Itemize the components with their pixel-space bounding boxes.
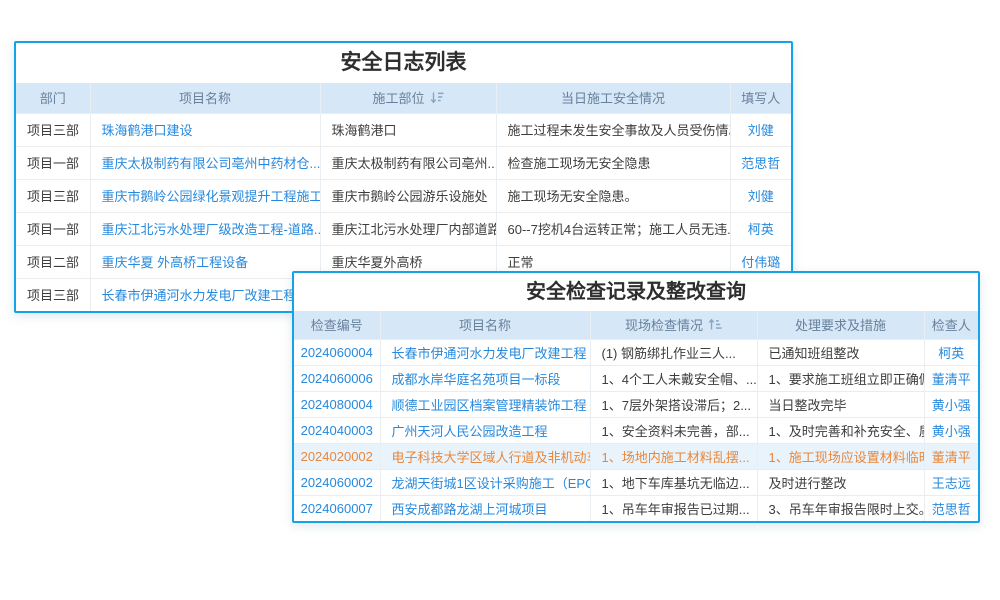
measures-cell: 1、及时完善和补充安全、质...: [757, 417, 924, 443]
department-cell: 项目三部: [16, 278, 90, 311]
log-col-project-label: 项目名称: [179, 91, 231, 106]
insp-col-check-id[interactable]: 检查编号: [294, 311, 380, 339]
project-link[interactable]: 龙湖天街城1区设计采购施工（EPC）总承: [380, 469, 590, 495]
status-cell: 施工过程未发生安全事故及人员受伤情况: [496, 113, 730, 146]
inspection-table-row: 2024040003 广州天河人民公园改造工程 1、安全资料未完善，部... 1…: [294, 417, 978, 443]
project-link[interactable]: 重庆太极制药有限公司亳州中药材仓...: [90, 146, 320, 179]
project-link[interactable]: 长春市伊通河水力发电厂改建工程: [90, 278, 320, 311]
log-col-project[interactable]: 项目名称: [90, 83, 320, 113]
situation-cell: 1、场地内施工材料乱摆...: [590, 443, 757, 469]
situation-cell: 1、地下车库基坑无临边...: [590, 469, 757, 495]
log-table-row: 项目一部 重庆太极制药有限公司亳州中药材仓... 重庆太极制药有限公司亳州...…: [16, 146, 791, 179]
writer-link[interactable]: 刘健: [730, 113, 791, 146]
insp-col-check-id-label: 检查编号: [311, 318, 363, 333]
status-cell: 检查施工现场无安全隐患: [496, 146, 730, 179]
location-cell: 珠海鹤港口: [320, 113, 496, 146]
check-id-link[interactable]: 2024060002: [294, 469, 380, 495]
inspector-link[interactable]: 王志远: [924, 469, 978, 495]
status-cell: 施工现场无安全隐患。: [496, 179, 730, 212]
check-id-link[interactable]: 2024060006: [294, 365, 380, 391]
project-link[interactable]: 重庆市鹅岭公园绿化景观提升工程施工: [90, 179, 320, 212]
sort-descending-icon[interactable]: [430, 91, 444, 107]
inspection-table: 检查编号 项目名称 现场检查情况 处理要求及措施 检查人 2024060004 …: [294, 311, 978, 521]
measures-cell: 1、要求施工班组立即正确佩...: [757, 365, 924, 391]
inspection-table-row: 2024060002 龙湖天街城1区设计采购施工（EPC）总承 1、地下车库基坑…: [294, 469, 978, 495]
project-link[interactable]: 西安成都路龙湖上河城项目: [380, 495, 590, 521]
safety-log-title: 安全日志列表: [16, 43, 791, 83]
log-table-row: 项目一部 重庆江北污水处理厂级改造工程-道路... 重庆江北污水处理厂内部道路 …: [16, 212, 791, 245]
log-col-writer[interactable]: 填写人: [730, 83, 791, 113]
log-col-location-label: 施工部位: [372, 91, 424, 106]
inspection-table-row-highlighted: 2024020002 电子科技大学区域人行道及非机动车道工程 1、场地内施工材料…: [294, 443, 978, 469]
log-col-department[interactable]: 部门: [16, 83, 90, 113]
insp-col-project[interactable]: 项目名称: [380, 311, 590, 339]
inspection-query-panel: 安全检查记录及整改查询 检查编号 项目名称 现场检查情况 处理要求及措施 检查人…: [292, 271, 980, 523]
log-col-status-label: 当日施工安全情况: [561, 91, 665, 106]
log-table-row: 项目三部 珠海鹤港口建设 珠海鹤港口 施工过程未发生安全事故及人员受伤情况 刘健: [16, 113, 791, 146]
log-header-row: 部门 项目名称 施工部位 当日施工安全情况 填写人: [16, 83, 791, 113]
department-cell: 项目一部: [16, 212, 90, 245]
log-col-location[interactable]: 施工部位: [320, 83, 496, 113]
log-col-writer-label: 填写人: [741, 91, 780, 106]
department-cell: 项目一部: [16, 146, 90, 179]
inspector-link[interactable]: 黄小强: [924, 417, 978, 443]
project-link[interactable]: 广州天河人民公园改造工程: [380, 417, 590, 443]
insp-col-measures[interactable]: 处理要求及措施: [757, 311, 924, 339]
measures-cell: 及时进行整改: [757, 469, 924, 495]
situation-cell: 1、吊车年审报告已过期...: [590, 495, 757, 521]
project-link[interactable]: 成都水岸华庭名苑项目一标段: [380, 365, 590, 391]
inspector-link[interactable]: 董清平: [924, 365, 978, 391]
project-link[interactable]: 电子科技大学区域人行道及非机动车道工程: [380, 443, 590, 469]
inspection-query-title: 安全检查记录及整改查询: [294, 273, 978, 311]
project-link[interactable]: 顺德工业园区档案管理精装饰工程（一标段: [380, 391, 590, 417]
department-cell: 项目二部: [16, 245, 90, 278]
insp-col-measures-label: 处理要求及措施: [795, 318, 886, 333]
location-cell: 重庆市鹅岭公园游乐设施处: [320, 179, 496, 212]
writer-link[interactable]: 刘健: [730, 179, 791, 212]
log-col-department-label: 部门: [40, 91, 66, 106]
inspection-header-row: 检查编号 项目名称 现场检查情况 处理要求及措施 检查人: [294, 311, 978, 339]
inspector-link[interactable]: 范思哲: [924, 495, 978, 521]
inspector-link[interactable]: 柯英: [924, 339, 978, 365]
check-id-link[interactable]: 2024060007: [294, 495, 380, 521]
project-link[interactable]: 长春市伊通河水力发电厂改建工程: [380, 339, 590, 365]
location-cell: 重庆江北污水处理厂内部道路: [320, 212, 496, 245]
project-link[interactable]: 重庆华夏 外高桥工程设备: [90, 245, 320, 278]
log-col-status[interactable]: 当日施工安全情况: [496, 83, 730, 113]
writer-link[interactable]: 范思哲: [730, 146, 791, 179]
sort-ascending-icon[interactable]: [708, 318, 722, 334]
situation-cell: 1、4个工人未戴安全帽、...: [590, 365, 757, 391]
situation-cell: (1) 钢筋绑扎作业三人...: [590, 339, 757, 365]
measures-cell: 1、施工现场应设置材料临时...: [757, 443, 924, 469]
department-cell: 项目三部: [16, 113, 90, 146]
insp-col-situation[interactable]: 现场检查情况: [590, 311, 757, 339]
inspection-table-row: 2024080004 顺德工业园区档案管理精装饰工程（一标段 1、7层外架搭设滞…: [294, 391, 978, 417]
project-link[interactable]: 重庆江北污水处理厂级改造工程-道路...: [90, 212, 320, 245]
check-id-link[interactable]: 2024080004: [294, 391, 380, 417]
insp-col-project-label: 项目名称: [459, 318, 511, 333]
insp-col-inspector[interactable]: 检查人: [924, 311, 978, 339]
measures-cell: 当日整改完毕: [757, 391, 924, 417]
insp-col-situation-label: 现场检查情况: [625, 318, 703, 333]
inspection-table-row: 2024060004 长春市伊通河水力发电厂改建工程 (1) 钢筋绑扎作业三人.…: [294, 339, 978, 365]
situation-cell: 1、安全资料未完善，部...: [590, 417, 757, 443]
measures-cell: 已通知班组整改: [757, 339, 924, 365]
check-id-link[interactable]: 2024060004: [294, 339, 380, 365]
inspector-link[interactable]: 董清平: [924, 443, 978, 469]
check-id-link[interactable]: 2024040003: [294, 417, 380, 443]
log-table-row: 项目三部 重庆市鹅岭公园绿化景观提升工程施工 重庆市鹅岭公园游乐设施处 施工现场…: [16, 179, 791, 212]
project-link[interactable]: 珠海鹤港口建设: [90, 113, 320, 146]
status-cell: 60--7挖机4台运转正常；施工人员无违...: [496, 212, 730, 245]
insp-col-inspector-label: 检查人: [932, 318, 971, 333]
inspection-table-row: 2024060007 西安成都路龙湖上河城项目 1、吊车年审报告已过期... 3…: [294, 495, 978, 521]
check-id-link[interactable]: 2024020002: [294, 443, 380, 469]
situation-cell: 1、7层外架搭设滞后；2...: [590, 391, 757, 417]
writer-link[interactable]: 柯英: [730, 212, 791, 245]
measures-cell: 3、吊车年审报告限时上交。: [757, 495, 924, 521]
inspector-link[interactable]: 黄小强: [924, 391, 978, 417]
department-cell: 项目三部: [16, 179, 90, 212]
inspection-table-row: 2024060006 成都水岸华庭名苑项目一标段 1、4个工人未戴安全帽、...…: [294, 365, 978, 391]
location-cell: 重庆太极制药有限公司亳州...: [320, 146, 496, 179]
